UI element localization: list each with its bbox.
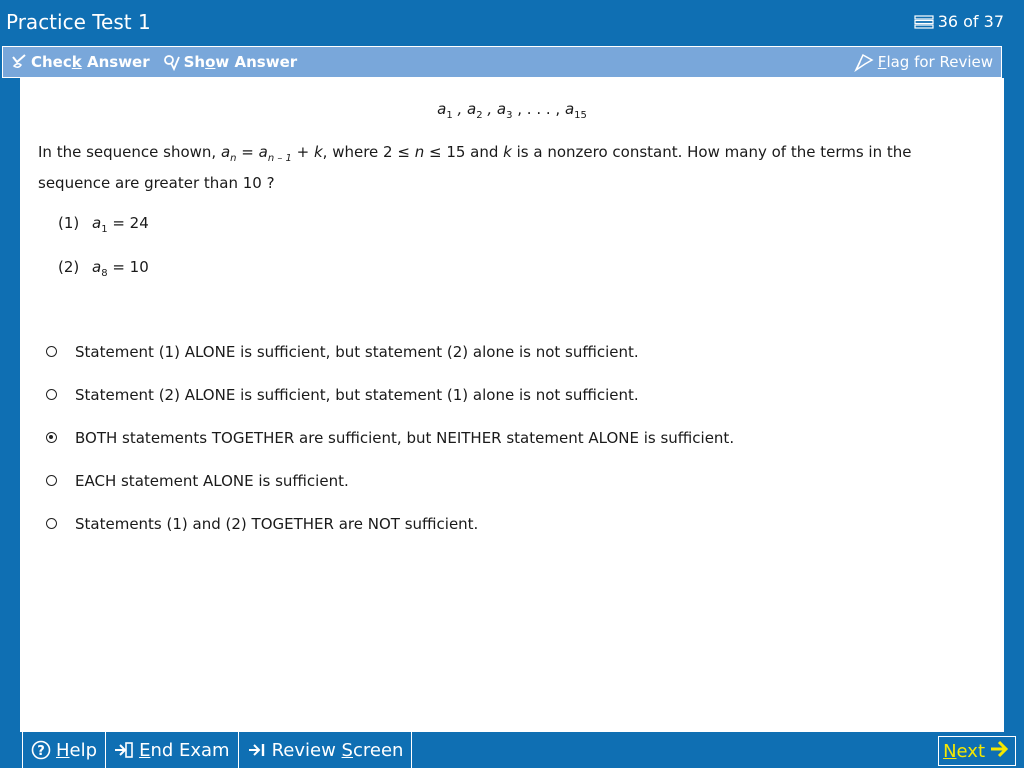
next-button[interactable]: Next [938, 736, 1016, 766]
app-title: Practice Test 1 [6, 10, 151, 34]
answer-choice-3[interactable]: BOTH statements TOGETHER are sufficient,… [46, 416, 976, 459]
help-icon: ? [31, 740, 51, 760]
review-screen-label: Review Screen [271, 739, 404, 761]
arrow-right-icon [989, 739, 1011, 764]
radio-button[interactable] [46, 518, 57, 529]
answer-choice-label: Statement (2) ALONE is sufficient, but s… [75, 385, 639, 404]
answer-choice-label: Statements (1) and (2) TOGETHER are NOT … [75, 514, 479, 533]
answer-choice-4[interactable]: EACH statement ALONE is sufficient. [46, 459, 976, 502]
end-exam-button[interactable]: End Exam [106, 732, 239, 768]
left-frame [0, 78, 20, 732]
stack-icon [914, 14, 934, 29]
flag-for-review-button[interactable]: Flag for Review [848, 47, 1001, 77]
answer-choice-label: Statement (1) ALONE is sufficient, but s… [75, 342, 639, 361]
toolbar: Check Answer Show Answer Flag for Review [2, 46, 1002, 78]
review-screen-icon [247, 741, 267, 759]
bottom-button-group: ? Help End Exam Review Screen [22, 732, 413, 768]
progress-text: 36 of 37 [937, 12, 1004, 31]
answer-choice-label: EACH statement ALONE is sufficient. [75, 471, 349, 490]
check-answer-icon [9, 53, 27, 71]
end-exam-icon [114, 741, 134, 759]
title-bar: Practice Test 1 36 of 37 [0, 0, 1024, 44]
review-screen-button[interactable]: Review Screen [239, 732, 413, 768]
svg-text:?: ? [37, 744, 45, 759]
answer-choice-label: BOTH statements TOGETHER are sufficient,… [75, 428, 735, 447]
next-label: Next [943, 740, 985, 762]
answer-choices: Statement (1) ALONE is sufficient, but s… [46, 330, 976, 545]
check-answer-button[interactable]: Check Answer [3, 47, 156, 77]
answer-choice-2[interactable]: Statement (2) ALONE is sufficient, but s… [46, 373, 976, 416]
show-answer-label: Show Answer [183, 53, 298, 71]
question-stem: In the sequence shown, an = an – 1 + k, … [38, 143, 912, 192]
show-answer-button[interactable]: Show Answer [156, 47, 304, 77]
help-label: Help [56, 739, 98, 761]
question-progress: 36 of 37 [914, 12, 1004, 31]
answer-choice-1[interactable]: Statement (1) ALONE is sufficient, but s… [46, 330, 976, 373]
sequence-display: a1 , a2 , a3 , . . . , a15 [437, 100, 587, 121]
show-answer-icon [162, 53, 180, 71]
radio-button[interactable] [46, 475, 57, 486]
flag-for-review-label: Flag for Review [877, 53, 993, 71]
radio-button-selected[interactable] [46, 432, 57, 443]
bottom-bar: ? Help End Exam Review Screen Next [0, 732, 1024, 768]
end-exam-label: End Exam [139, 739, 230, 761]
statement-1: (1) a1 = 24 [58, 214, 149, 235]
radio-button[interactable] [46, 346, 57, 357]
check-answer-label: Check Answer [31, 53, 150, 71]
question-panel: a1 , a2 , a3 , . . . , a15 In the sequen… [20, 78, 1004, 732]
statement-2: (2) a8 = 10 [58, 258, 149, 279]
radio-button[interactable] [46, 389, 57, 400]
flag-icon [854, 52, 874, 72]
help-button[interactable]: ? Help [23, 732, 107, 768]
answer-choice-5[interactable]: Statements (1) and (2) TOGETHER are NOT … [46, 502, 976, 545]
